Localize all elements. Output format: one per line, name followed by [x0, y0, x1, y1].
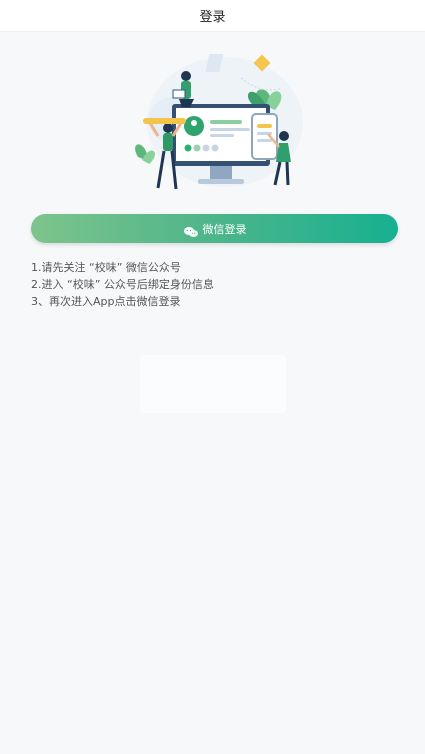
- wechat-login-button[interactable]: 微信登录: [31, 214, 398, 243]
- wechat-login-label: 微信登录: [202, 222, 247, 236]
- login-instructions: 1.请先关注 “校味” 微信公众号 2.进入 “校味” 公众号后绑定身份信息 3…: [31, 259, 214, 310]
- login-illustration: [135, 54, 303, 190]
- faint-watermark: [140, 355, 286, 413]
- instruction-step-2: 2.进入 “校味” 公众号后绑定身份信息: [31, 278, 214, 291]
- nav-bar: 登录: [0, 0, 425, 32]
- page-title: 登录: [199, 10, 226, 25]
- instruction-step-1: 1.请先关注 “校味” 微信公众号: [31, 261, 181, 274]
- wechat-icon: [183, 223, 199, 237]
- instruction-step-3: 3、再次进入App点击微信登录: [31, 295, 181, 308]
